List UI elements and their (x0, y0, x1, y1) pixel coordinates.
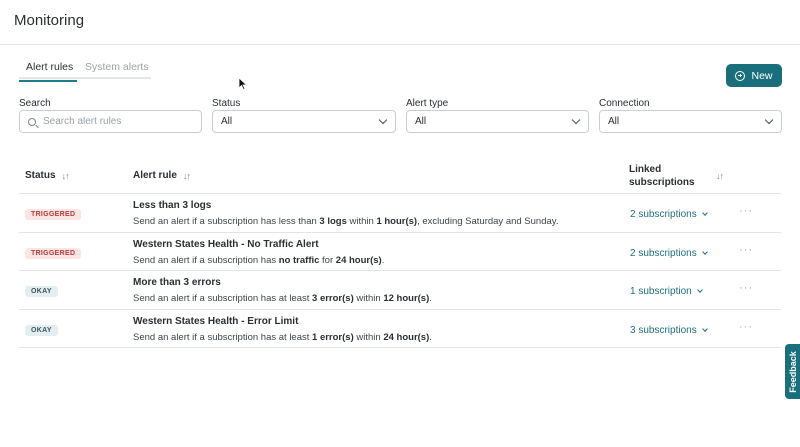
linked-subscriptions-dropdown[interactable]: 1 subscription (630, 286, 703, 297)
app-header: Monitoring (0, 0, 800, 45)
chevron-down-icon (701, 210, 708, 216)
alert-rule-description: Send an alert if a subscription has less… (133, 216, 558, 227)
more-actions-icon[interactable]: ··· (739, 282, 753, 294)
feedback-label: Feedback (787, 350, 798, 393)
column-header-status[interactable]: Status ↓↑ (25, 170, 70, 181)
table-row[interactable]: OKAY Western States Health - Error Limit S… (19, 310, 781, 348)
search-icon (28, 117, 36, 126)
description-text: Send an alert if a subscription has less… (133, 216, 320, 227)
description-text: . (381, 254, 385, 266)
connection-filter-select[interactable]: All (599, 110, 782, 133)
description-text: Send an alert if a subscription has at l… (133, 293, 313, 304)
new-button-label: New (751, 69, 773, 82)
plus-circle-icon (735, 70, 746, 81)
description-emphasis: 3 logs (319, 216, 347, 227)
alert-rules-table: Status ↓↑ Alert rule ↓↑ Linked subscript… (19, 155, 781, 348)
alert-rule-name: Western States Health - No Traffic Alert (133, 238, 319, 250)
alert-rule-name: Less than 3 logs (133, 200, 212, 211)
alert-type-filter-value: All (415, 116, 427, 127)
more-actions-icon[interactable]: ··· (739, 321, 753, 333)
column-header-linked-subscriptions[interactable]: Linked subscriptions (629, 163, 695, 189)
column-header-alert-rule[interactable]: Alert rule ↓↑ (133, 170, 191, 181)
table-row[interactable]: OKAY More than 3 errors Send an alert if a… (19, 271, 781, 310)
linked-subscriptions-dropdown[interactable]: 3 subscriptions (630, 324, 708, 336)
alert-type-filter-label: Alert type (406, 98, 449, 109)
chevron-down-icon (696, 287, 703, 293)
alert-rule-description: Send an alert if a subscription has at l… (133, 332, 432, 343)
table-body: TRIGGERED Less than 3 logs Send an alert i… (19, 194, 781, 348)
sort-icon[interactable]: ↓↑ (716, 171, 724, 181)
description-emphasis: 3 error(s) (312, 293, 354, 304)
more-actions-icon[interactable]: ··· (739, 244, 753, 256)
description-emphasis: 1 error(s) (312, 331, 354, 343)
search-field[interactable] (19, 110, 202, 133)
description-text: . (429, 331, 432, 343)
status-badge: OKAY (25, 286, 58, 297)
sort-icon: ↓↑ (182, 170, 191, 181)
status-badge: TRIGGERED (25, 247, 82, 259)
alert-rule-name: More than 3 errors (133, 277, 221, 288)
more-actions-icon[interactable]: ··· (739, 205, 753, 217)
alert-rule-description: Send an alert if a subscription has at l… (133, 293, 432, 304)
chevron-down-icon (701, 325, 708, 332)
search-label: Search (19, 98, 51, 109)
description-text: , excluding Saturday and Sunday. (417, 216, 559, 227)
linked-subscriptions-label: 1 subscription (630, 286, 692, 297)
description-text: within (353, 331, 384, 343)
tab-bar: Alert rules System alerts (19, 58, 151, 82)
description-emphasis: 1 hour(s) (376, 216, 418, 227)
description-text: within (353, 293, 384, 304)
alert-rule-description: Send an alert if a subscription has no t… (133, 255, 384, 266)
feedback-button[interactable]: Feedback (785, 344, 800, 399)
description-text: . (429, 293, 432, 304)
linked-subscriptions-label: 2 subscriptions (630, 247, 697, 259)
tab-system-alerts[interactable]: System alerts (85, 61, 149, 73)
status-filter-label: Status (212, 98, 241, 109)
connection-filter-value: All (608, 116, 620, 127)
chevron-down-icon (378, 115, 388, 125)
description-emphasis: no traffic (278, 254, 320, 266)
new-button[interactable]: New (726, 64, 782, 87)
description-emphasis: 24 hour(s) (335, 254, 382, 266)
mouse-cursor-icon (238, 77, 248, 91)
chevron-down-icon (701, 248, 708, 255)
status-badge: OKAY (25, 324, 58, 336)
search-input[interactable] (43, 116, 193, 127)
description-text: Send an alert if a subscription has at l… (133, 331, 313, 343)
page-title: Monitoring (14, 12, 85, 29)
description-emphasis: 24 hour(s) (383, 331, 430, 343)
chevron-down-icon (571, 115, 581, 125)
status-badge: TRIGGERED (25, 209, 82, 220)
description-text: for (319, 254, 336, 266)
connection-filter-label: Connection (599, 98, 650, 109)
table-row[interactable]: TRIGGERED Less than 3 logs Send an alert i… (19, 194, 781, 233)
alert-rule-name: Western States Health - Error Limit (133, 315, 299, 327)
description-text: Send an alert if a subscription has (133, 254, 279, 266)
sort-icon: ↓↑ (61, 170, 70, 181)
alert-type-filter-select[interactable]: All (406, 110, 589, 133)
linked-subscriptions-dropdown[interactable]: 2 subscriptions (630, 209, 708, 220)
description-text: within (346, 216, 377, 227)
linked-subscriptions-label: 3 subscriptions (630, 324, 697, 336)
description-emphasis: 12 hour(s) (383, 293, 430, 304)
status-filter-value: All (221, 116, 233, 127)
status-filter-select[interactable]: All (212, 110, 396, 133)
chevron-down-icon (764, 115, 774, 125)
linked-subscriptions-label: 2 subscriptions (630, 209, 697, 220)
table-row[interactable]: TRIGGERED Western States Health - No Traf… (19, 233, 781, 271)
tab-alert-rules[interactable]: Alert rules (19, 61, 77, 82)
linked-subscriptions-dropdown[interactable]: 2 subscriptions (630, 247, 708, 259)
table-header: Status ↓↑ Alert rule ↓↑ Linked subscript… (19, 155, 781, 194)
